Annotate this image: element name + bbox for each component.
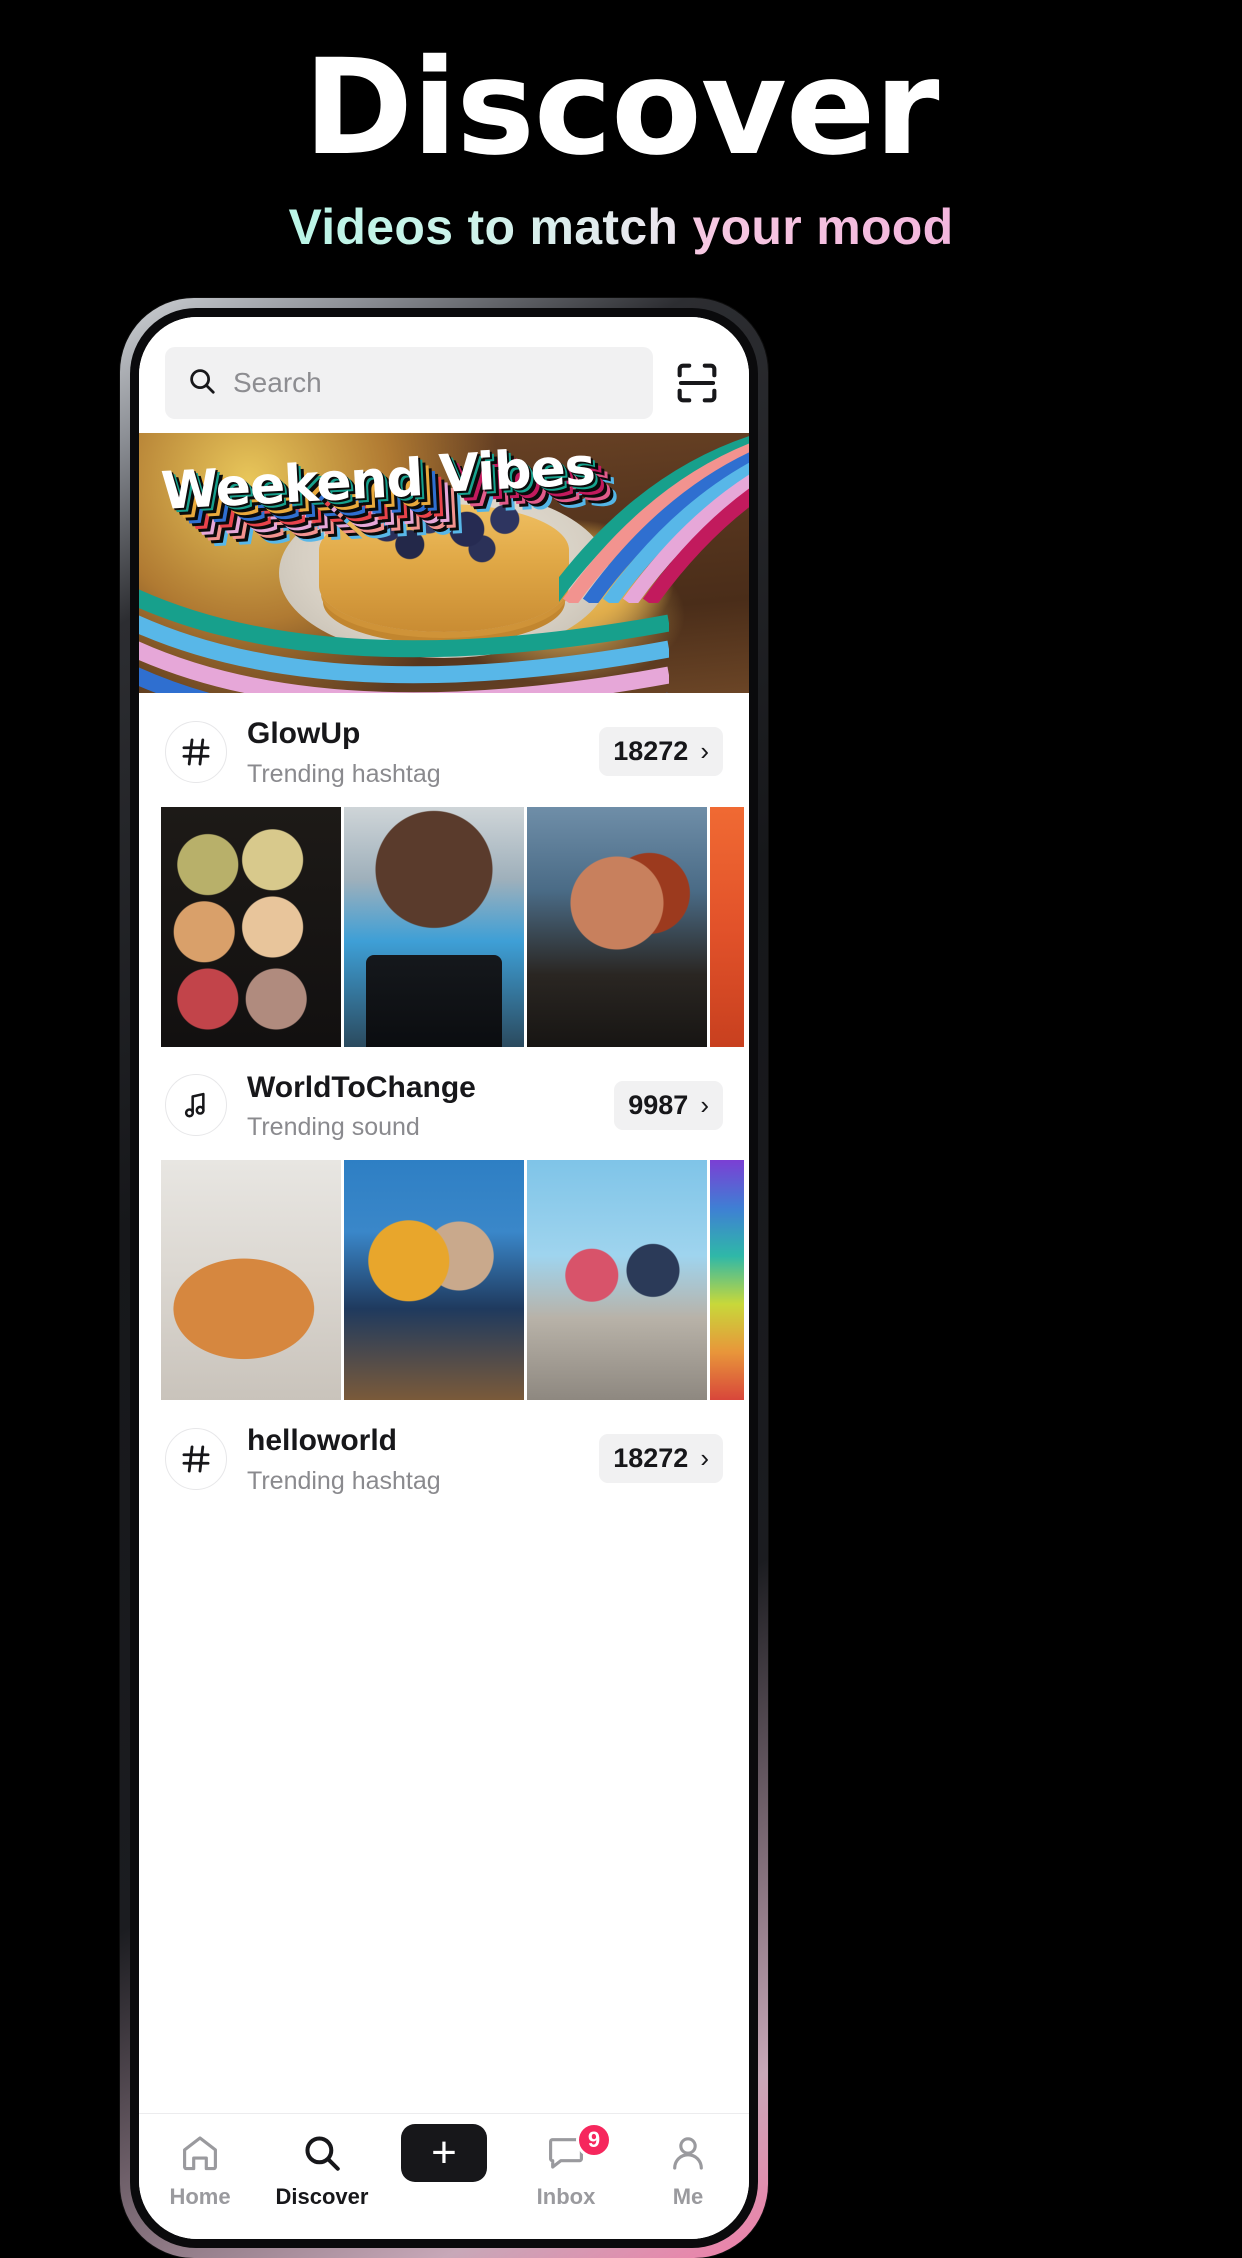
trend-count-value: 9987	[628, 1089, 689, 1120]
chevron-right-icon: ›	[700, 1443, 709, 1474]
phone-mockup: Search Weekend Vibes GlowUp Trending has…	[120, 298, 768, 2258]
video-thumbnail[interactable]	[710, 1160, 744, 1400]
discover-feed: GlowUp Trending hashtag 18272 › WorldToC…	[139, 693, 749, 2113]
trend-count-badge[interactable]: 18272 ›	[599, 727, 723, 777]
chevron-right-icon: ›	[700, 736, 709, 767]
trend-subtitle: Trending hashtag	[247, 1466, 441, 1495]
trend-count-value: 18272	[613, 1443, 689, 1474]
nav-item-discover[interactable]: Discover	[261, 2130, 383, 2210]
create-button-wrapper: +	[394, 2124, 494, 2182]
thumbnail-strip[interactable]	[139, 1160, 749, 1400]
phone-bezel: Search Weekend Vibes GlowUp Trending has…	[130, 308, 758, 2248]
trend-count-badge[interactable]: 18272 ›	[599, 1434, 723, 1484]
bottom-navigation: Home Discover + 9 Inbox Me	[139, 2113, 749, 2239]
search-icon	[301, 2130, 343, 2176]
trend-subtitle: Trending sound	[247, 1113, 420, 1141]
thumbnail-strip[interactable]	[139, 806, 749, 1047]
subtitle-segment-mint: Videos to match	[288, 199, 693, 255]
nav-label-inbox: Inbox	[536, 2184, 596, 2209]
phone-screen: Search Weekend Vibes GlowUp Trending has…	[139, 317, 749, 2239]
music-note-icon	[165, 1074, 227, 1137]
trend-title: GlowUp	[247, 717, 361, 750]
home-icon	[179, 2130, 221, 2176]
search-placeholder: Search	[233, 367, 322, 398]
subtitle-segment-pink: your mood	[692, 199, 954, 255]
trend-row[interactable]: helloworld Trending hashtag 18272 ›	[139, 1400, 749, 1514]
chevron-right-icon: ›	[700, 1089, 709, 1120]
nav-label-home: Home	[169, 2184, 231, 2209]
hashtag-icon	[165, 720, 227, 783]
trend-row[interactable]: WorldToChange Trending sound 9987 ›	[139, 1047, 749, 1161]
trend-title: helloworld	[247, 1424, 397, 1457]
trend-meta: GlowUp Trending hashtag	[247, 715, 579, 789]
plus-icon[interactable]: +	[394, 2124, 494, 2182]
featured-banner[interactable]: Weekend Vibes	[139, 433, 749, 693]
banner-word-secondary: Vibes	[437, 436, 597, 506]
nav-item-inbox[interactable]: 9 Inbox	[505, 2122, 627, 2210]
inbox-badge: 9	[576, 2122, 612, 2158]
nav-item-create[interactable]: +	[383, 2124, 505, 2184]
trend-meta: WorldToChange Trending sound	[247, 1069, 594, 1143]
search-header: Search	[139, 317, 749, 433]
hashtag-icon	[165, 1427, 227, 1490]
nav-item-home[interactable]: Home	[139, 2130, 261, 2210]
trend-title: WorldToChange	[247, 1070, 476, 1104]
video-thumbnail[interactable]	[161, 1160, 341, 1400]
video-thumbnail[interactable]	[344, 806, 524, 1047]
nav-label-me: Me	[672, 2184, 704, 2209]
trend-count-value: 18272	[613, 736, 689, 767]
nav-item-me[interactable]: Me	[627, 2130, 749, 2210]
search-input[interactable]: Search	[165, 347, 653, 419]
trend-subtitle: Trending hashtag	[247, 759, 441, 788]
trend-count-badge[interactable]: 9987 ›	[614, 1080, 723, 1130]
search-icon	[187, 366, 217, 401]
video-thumbnail[interactable]	[710, 806, 744, 1047]
page-subtitle: Videos to match your mood	[0, 198, 1242, 256]
plus-glyph: +	[431, 2128, 457, 2178]
video-thumbnail[interactable]	[527, 806, 707, 1047]
person-icon	[667, 2130, 709, 2176]
page-title: Discover	[303, 31, 940, 185]
video-thumbnail[interactable]	[344, 1160, 524, 1400]
trend-row[interactable]: GlowUp Trending hashtag 18272 ›	[139, 693, 749, 807]
video-thumbnail[interactable]	[161, 806, 341, 1047]
video-thumbnail[interactable]	[527, 1160, 707, 1400]
trend-meta: helloworld Trending hashtag	[247, 1422, 579, 1496]
scan-qr-icon[interactable]	[671, 357, 723, 409]
nav-label-discover: Discover	[275, 2184, 369, 2209]
